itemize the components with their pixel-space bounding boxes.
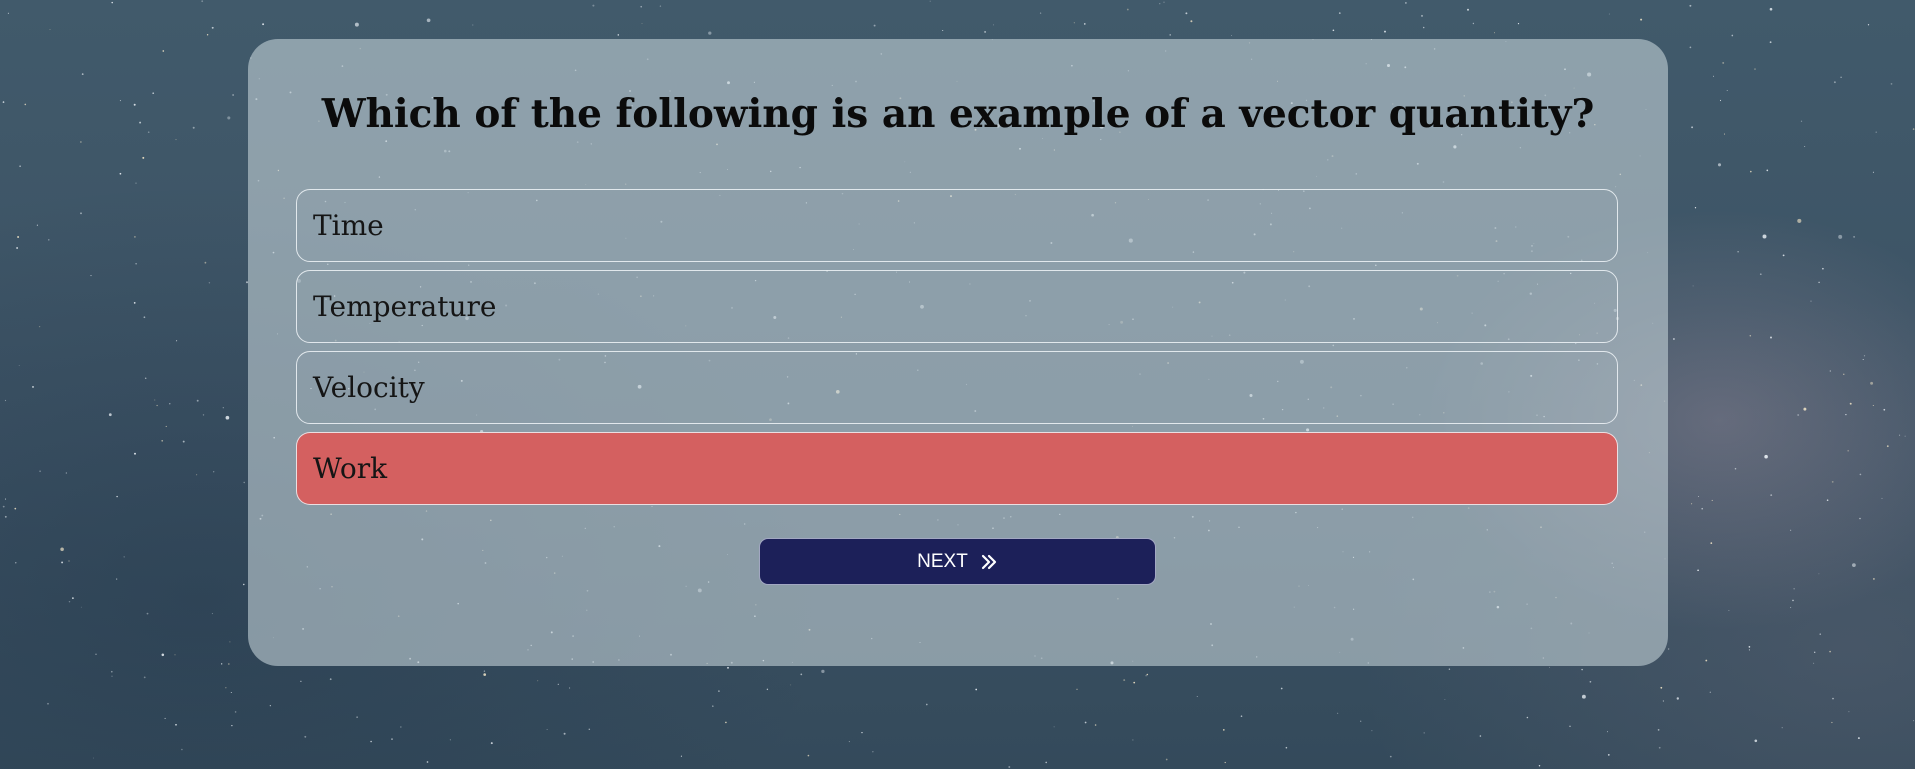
option-label: Temperature (313, 290, 497, 323)
option-temperature[interactable]: Temperature (296, 270, 1618, 343)
question-text: Which of the following is an example of … (321, 91, 1595, 137)
option-work[interactable]: Work (296, 432, 1618, 505)
option-label: Work (313, 452, 388, 485)
double-chevron-right-icon (980, 553, 998, 571)
option-time[interactable]: Time (296, 189, 1618, 262)
option-label: Time (313, 209, 384, 242)
option-velocity[interactable]: Velocity (296, 351, 1618, 424)
quiz-card: Which of the following is an example of … (248, 39, 1668, 666)
next-button[interactable]: NEXT (759, 538, 1156, 585)
option-label: Velocity (313, 371, 425, 404)
answer-options: Time Temperature Velocity Work (296, 189, 1618, 513)
next-button-label: NEXT (917, 550, 968, 572)
